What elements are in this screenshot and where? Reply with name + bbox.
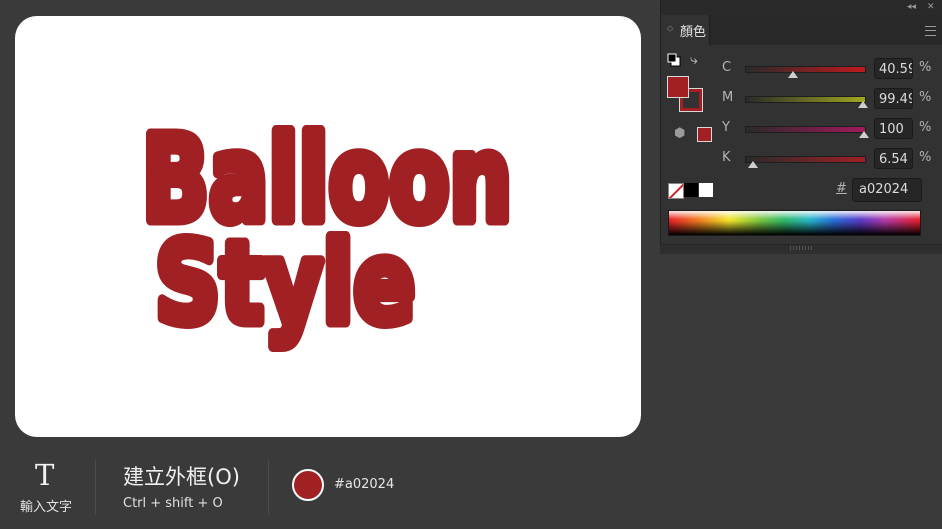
- slider-value-m[interactable]: 99.49: [874, 88, 913, 109]
- panel-resize-grip[interactable]: [790, 246, 812, 250]
- slider-track-m[interactable]: [745, 96, 866, 103]
- slider-track-k[interactable]: [745, 156, 866, 163]
- slider-label-c: C: [722, 60, 732, 75]
- panel-title-bar: ◂◂ ✕: [661, 0, 942, 15]
- balloon-text-artwork: Balloon Style: [137, 105, 518, 355]
- slider-label-m: M: [722, 90, 734, 105]
- default-fill-stroke-icon[interactable]: [667, 53, 681, 67]
- tab-color[interactable]: ⬦ 顏色: [661, 15, 710, 45]
- slider-track-y[interactable]: [745, 126, 866, 133]
- panel-tab-row: ⬦ 顏色: [661, 15, 942, 45]
- panel-menu-icon[interactable]: [925, 26, 936, 36]
- color-spectrum-bar[interactable]: [668, 210, 921, 236]
- white-color-swatch[interactable]: [699, 183, 713, 197]
- canvas-artboard[interactable]: Balloon Style: [15, 16, 641, 437]
- slider-value-y[interactable]: 100: [874, 118, 913, 139]
- divider: [268, 460, 269, 515]
- slider-track-c[interactable]: [745, 66, 866, 73]
- create-outlines-shortcut: Ctrl + shift + O: [123, 496, 223, 511]
- slider-thumb-m[interactable]: [858, 101, 869, 108]
- balloon-text-line2[interactable]: Style: [150, 214, 421, 355]
- slider-label-k: K: [722, 150, 731, 165]
- tab-grip-icon: ⬦: [667, 24, 674, 34]
- collapse-panels-icon[interactable]: ◂◂: [907, 1, 916, 13]
- slider-value-k[interactable]: 6.54: [874, 148, 913, 169]
- none-color-swatch[interactable]: [668, 183, 684, 199]
- close-panel-icon[interactable]: ✕: [927, 1, 935, 13]
- slider-label-y: Y: [722, 120, 730, 135]
- slider-value-c[interactable]: 40.59: [874, 58, 913, 79]
- type-tool-label: 輸入文字: [20, 500, 73, 515]
- black-color-swatch[interactable]: [684, 183, 698, 197]
- fill-color-box[interactable]: [667, 76, 689, 98]
- percent-sign: %: [919, 150, 932, 165]
- percent-sign: %: [919, 120, 932, 135]
- percent-sign: %: [919, 60, 932, 75]
- slider-thumb-k[interactable]: [747, 161, 758, 168]
- divider: [95, 460, 96, 515]
- hex-input[interactable]: a02024: [852, 178, 922, 202]
- type-tool-icon: T: [35, 458, 55, 492]
- color-hex-label: #a02024: [334, 477, 395, 492]
- slider-thumb-y[interactable]: [859, 131, 869, 138]
- type-tool[interactable]: T 輸入文字: [15, 458, 79, 516]
- gamut-color-swatch[interactable]: [697, 127, 712, 142]
- swap-fill-stroke-icon[interactable]: ⤷: [690, 52, 698, 68]
- hex-label: #: [836, 181, 847, 196]
- color-swatch-circle: [292, 469, 324, 501]
- create-outlines-title: 建立外框(O): [123, 465, 240, 489]
- tab-color-label: 顏色: [680, 25, 707, 40]
- out-of-gamut-cube-icon[interactable]: ⬢: [674, 126, 685, 141]
- percent-sign: %: [919, 90, 932, 105]
- slider-thumb-c[interactable]: [788, 71, 799, 78]
